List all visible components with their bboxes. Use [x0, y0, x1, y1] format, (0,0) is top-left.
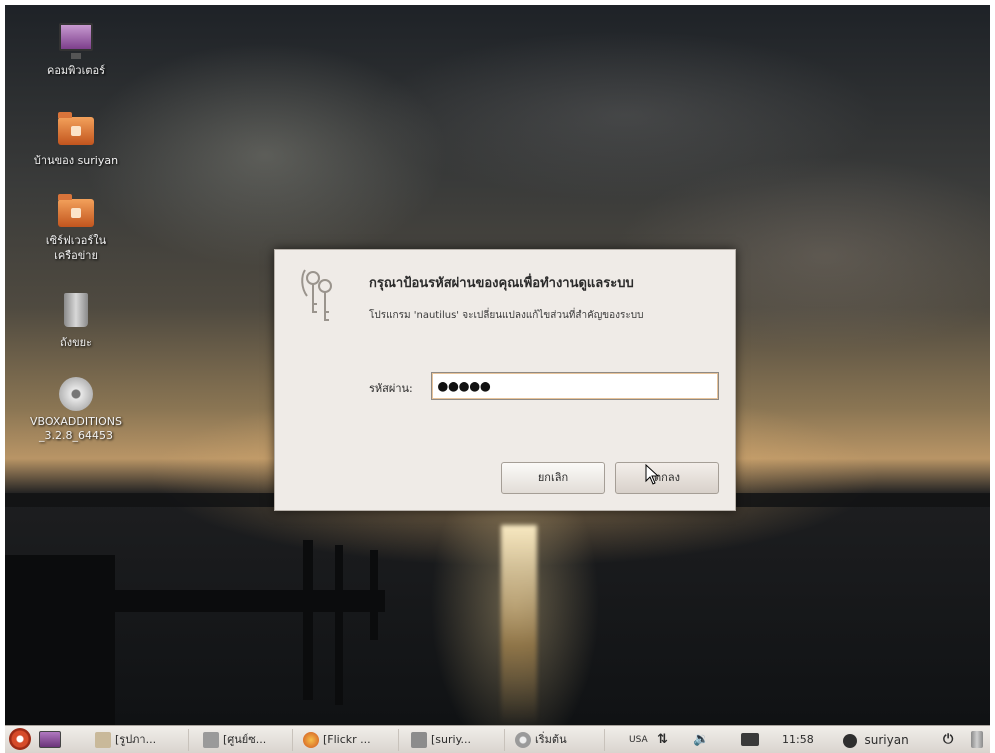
desktop-icon-network[interactable]: เซิร์ฟเวอร์ใน เครือข่าย	[21, 194, 131, 263]
taskbar-task[interactable]: [suriy...	[409, 729, 505, 751]
gear-icon	[515, 732, 531, 748]
keys-icon	[301, 269, 332, 321]
task-label: เริ่มต้น	[535, 733, 567, 746]
taskbar-task[interactable]: [Flickr ...	[301, 729, 399, 751]
desktop-icon-label: VBOXADDITIONS _3.2.8_64453	[30, 415, 122, 442]
pier-deck	[115, 590, 385, 612]
main-menu-button[interactable]	[9, 728, 31, 750]
task-label: [รูปภา...	[115, 733, 157, 746]
mail-icon[interactable]	[741, 733, 759, 746]
power-icon[interactable]: ⏻	[943, 729, 953, 751]
show-desktop-button[interactable]	[39, 731, 61, 748]
pier-post	[303, 540, 313, 700]
network-arrows-icon[interactable]: ⇅	[657, 729, 668, 751]
taskbar-task[interactable]: [รูปภา...	[93, 729, 189, 751]
trash-icon	[64, 293, 88, 327]
user-name: suriyan	[864, 733, 909, 747]
desktop-icon-vbox-disc[interactable]: VBOXADDITIONS _3.2.8_64453	[21, 377, 131, 443]
network-folder-icon	[58, 194, 94, 227]
image-viewer-icon	[95, 732, 111, 748]
cancel-button[interactable]: ยกเลิก	[501, 462, 605, 494]
pier-post	[335, 545, 343, 705]
desktop-icon-label: ถังขยะ	[60, 336, 92, 349]
desktop-icon-trash[interactable]: ถังขยะ	[21, 293, 131, 351]
pier-post	[370, 550, 378, 640]
desktop-icon-home[interactable]: บ้านของ suriyan	[21, 112, 131, 169]
password-label: รหัสผ่าน:	[369, 382, 413, 395]
software-center-icon	[203, 732, 219, 748]
desktop-icon-label: คอมพิวเตอร์	[46, 64, 106, 77]
password-input[interactable]: ●●●●●	[431, 372, 719, 400]
clock[interactable]: 11:58	[782, 729, 814, 751]
computer-icon	[59, 23, 93, 59]
dialog-title: กรุณาป้อนรหัสผ่านของคุณเพื่อทำงานดูแลระบ…	[369, 276, 634, 291]
desktop-icon-label: บ้านของ suriyan	[33, 154, 119, 167]
firefox-icon	[303, 732, 319, 748]
disc-icon	[59, 377, 93, 411]
user-menu[interactable]: suriyan	[843, 729, 909, 751]
volume-icon[interactable]: 🔉	[693, 729, 709, 751]
taskbar-task[interactable]: [ศูนย์ซ...	[201, 729, 293, 751]
user-status-icon	[843, 734, 857, 748]
pier-left-structure	[5, 555, 115, 725]
ok-button[interactable]: ตกลง	[615, 462, 719, 494]
dialog-message: โปรแกรม 'nautilus' จะเปลี่ยนแปลงแก้ไขส่ว…	[369, 310, 644, 321]
sun-reflection	[501, 525, 537, 725]
taskbar: [รูปภา... [ศูนย์ซ... [Flickr ... [suriy.…	[5, 725, 990, 753]
home-folder-icon	[58, 112, 94, 145]
authentication-dialog: กรุณาป้อนรหัสผ่านของคุณเพื่อทำงานดูแลระบ…	[274, 249, 736, 511]
trash-applet-icon[interactable]	[971, 731, 983, 748]
task-label: [suriy...	[431, 733, 472, 746]
desktop-icon-computer[interactable]: คอมพิวเตอร์	[21, 23, 131, 79]
menu-logo-icon	[9, 728, 31, 750]
keyboard-layout-indicator[interactable]: USA	[629, 729, 648, 751]
taskbar-task[interactable]: เริ่มต้น	[513, 729, 605, 751]
mouse-cursor-icon	[645, 464, 660, 485]
desktop-icon-label: เซิร์ฟเวอร์ใน เครือข่าย	[45, 234, 107, 262]
task-label: [ศูนย์ซ...	[223, 733, 267, 746]
folder-icon	[411, 732, 427, 748]
task-label: [Flickr ...	[323, 733, 371, 746]
